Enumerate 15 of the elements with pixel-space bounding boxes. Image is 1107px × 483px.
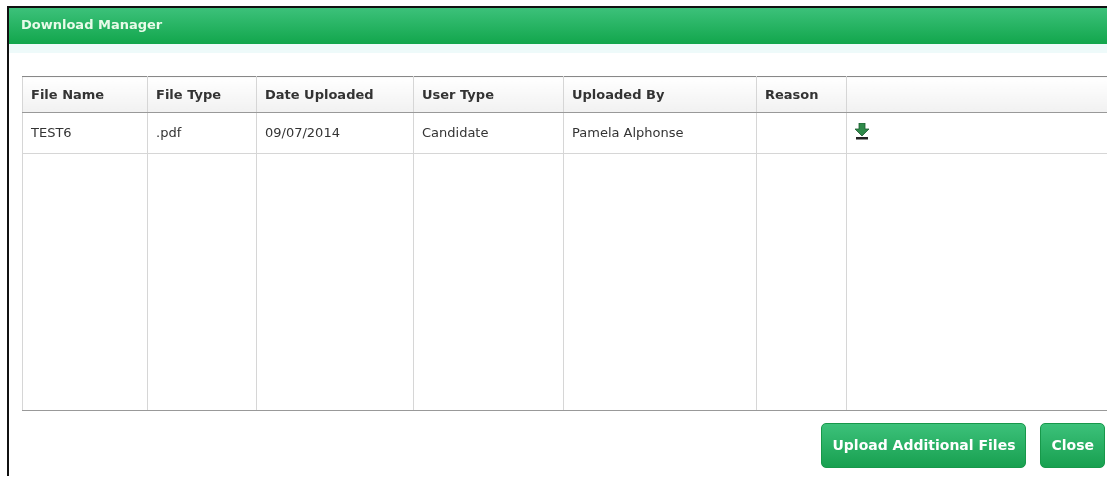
dialog-button[interactable]: Close [1040, 423, 1105, 468]
table-cell: Candidate [413, 112, 564, 154]
dialog-button[interactable]: Upload Additional Files [821, 423, 1027, 468]
table-cell: .pdf [147, 112, 257, 154]
table-cell: Pamela Alphonse [563, 112, 757, 154]
column-header: Uploaded By [563, 76, 757, 113]
column-header: File Type [147, 76, 257, 113]
window-title: Download Manager [21, 17, 163, 32]
column-header: Date Uploaded [256, 76, 414, 113]
column-header: File Name [22, 76, 148, 113]
column-header: User Type [413, 76, 564, 113]
table-cell: 09/07/2014 [256, 112, 414, 154]
download-icon[interactable] [855, 122, 869, 140]
table-cell: TEST6 [22, 112, 148, 154]
column-header: Reason [756, 76, 847, 113]
